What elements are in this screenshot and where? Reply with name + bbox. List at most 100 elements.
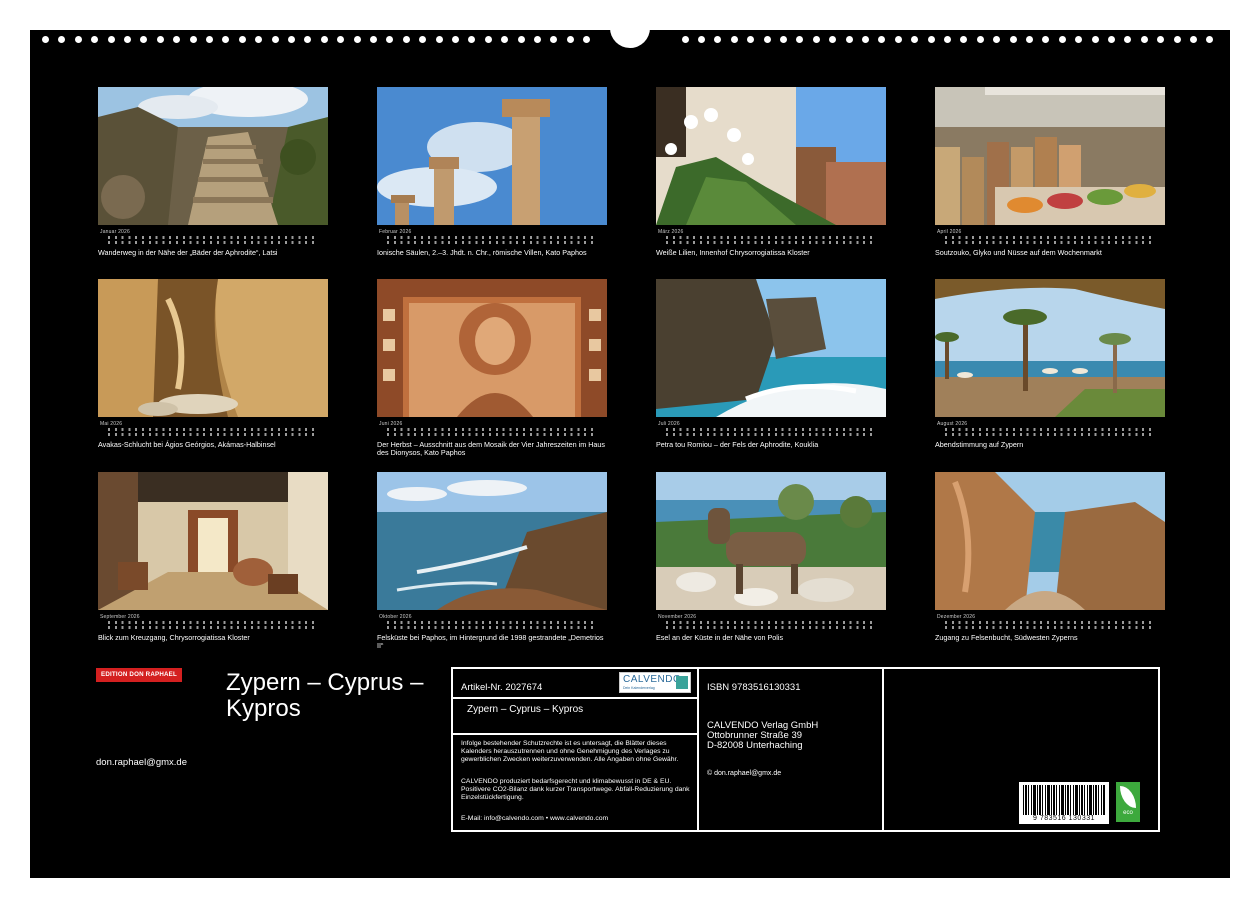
binding-hole (714, 36, 722, 43)
photo-caption: Blick zum Kreuzgang, Chrysorrogiatissa K… (98, 633, 250, 642)
photo-caption: Ionische Säulen, 2.–3. Jhdt. n. Chr., rö… (377, 248, 587, 257)
binding-hole (681, 36, 689, 43)
month-label: Oktober 2026 (379, 614, 412, 620)
binding-hole (1091, 36, 1099, 43)
author-email[interactable]: don.raphael@gmx.de (96, 757, 187, 768)
photo-caption: Wanderweg in der Nähe der „Bäder der Aph… (98, 248, 278, 257)
photo-mosaic-autumn (377, 279, 607, 417)
binding-hole (1157, 36, 1165, 43)
article-number: Artikel-Nr. 2027674 (461, 682, 543, 693)
binding-hole (140, 36, 148, 43)
binding-hole (1009, 36, 1017, 43)
binding-hole (780, 36, 787, 43)
calvendo-mark-icon (676, 676, 688, 689)
copyright: © don.raphael@gmx.de (707, 770, 782, 777)
hanger-cutout (610, 8, 650, 48)
edition-logo: EDITION DON RAPHAEL (96, 668, 182, 682)
binding-hole (222, 36, 230, 43)
month-label: Februar 2026 (379, 229, 412, 235)
photo-cloister (98, 472, 328, 610)
photo-caption: Soutzouko, Glyko und Nüsse auf dem Woche… (935, 248, 1102, 257)
divider (697, 669, 699, 830)
divider (882, 669, 884, 830)
isbn-barcode: 9 783516 130331 (1019, 782, 1109, 824)
day-grid (666, 621, 876, 629)
binding-hole (862, 36, 869, 43)
binding-hole (386, 36, 394, 43)
binding-hole (763, 36, 771, 43)
day-grid (945, 236, 1155, 244)
day-grid (108, 428, 318, 436)
binding-hole (534, 36, 541, 43)
binding-hole (255, 36, 263, 43)
photo-donkey (656, 472, 886, 610)
binding-hole (271, 36, 279, 43)
binding-hole (238, 36, 246, 43)
day-grid (387, 236, 597, 244)
month-label: Juni 2026 (379, 421, 403, 427)
binding-hole (894, 36, 902, 43)
day-grid (666, 236, 876, 244)
photo-rocky-coast (377, 472, 607, 610)
binding-hole (370, 36, 377, 43)
binding-hole (484, 36, 492, 43)
binding-hole (566, 36, 574, 43)
binding-hole (173, 36, 181, 43)
binding-hole (1108, 36, 1115, 43)
photo-caption: Avakas-Schlucht bei Ágios Geórgios, Akám… (98, 440, 276, 449)
binding-hole (1058, 36, 1066, 43)
photo-caption: Zugang zu Felsenbucht, Südwesten Zyperns (935, 633, 1078, 642)
binding-hole (517, 36, 525, 43)
photo-aphrodite-rock (656, 279, 886, 417)
binding-hole (156, 36, 164, 43)
binding-hole (189, 36, 197, 43)
binding-hole (1173, 36, 1181, 43)
binding-hole (829, 36, 837, 43)
binding-hole (845, 36, 853, 43)
binding-hole (452, 36, 459, 43)
day-grid (945, 428, 1155, 436)
binding-hole (976, 36, 984, 43)
photo-caption: Esel an der Küste in der Nähe von Polis (656, 633, 784, 642)
contact-line: E-Mail: info@calvendo.com • www.calvendo… (461, 815, 609, 822)
binding-hole (304, 36, 312, 43)
binding-hole (74, 36, 82, 43)
binding-hole (288, 36, 295, 43)
binding-hole (911, 36, 919, 43)
day-grid (387, 428, 597, 436)
binding-hole (1124, 36, 1132, 43)
divider (453, 697, 697, 699)
binding-hole (402, 36, 410, 43)
calvendo-logo-name: CALVENDO (623, 674, 682, 685)
binding-hole (468, 36, 476, 43)
binding-hole (747, 36, 755, 43)
binding-hole (698, 36, 705, 43)
day-grid (666, 428, 876, 436)
day-grid (945, 621, 1155, 629)
photo-market-stall (935, 87, 1165, 225)
binding-hole (1042, 36, 1050, 43)
imprint-box: Artikel-Nr. 2027674 CALVENDO Dein Kalend… (451, 667, 1160, 832)
binding-hole (1026, 36, 1033, 43)
leaf-icon (1120, 786, 1136, 808)
photo-white-lilies (656, 87, 886, 225)
binding-hole (42, 36, 49, 43)
barcode-bars (1023, 785, 1105, 815)
month-label: November 2026 (658, 614, 697, 620)
binding-hole (1140, 36, 1148, 43)
binding-hole (58, 36, 66, 43)
month-label: Juli 2026 (658, 421, 680, 427)
calendar-back-page: Januar 2026 Wanderweg in der Nähe der „B… (30, 8, 1230, 878)
photo-caption: Petra tou Romiou – der Fels der Aphrodit… (656, 440, 819, 449)
calvendo-logo-tagline: Dein Kalenderverlag (623, 686, 655, 690)
binding-hole (435, 36, 443, 43)
photo-avakas-gorge (98, 279, 328, 417)
photo-caption: Felsküste bei Paphos, im Hintergrund die… (377, 633, 604, 651)
binding-hole (91, 36, 99, 43)
binding-hole (944, 36, 951, 43)
barcode-digits: 9 783516 130331 (1033, 815, 1095, 822)
binding-hole (730, 36, 738, 43)
binding-hole (927, 36, 935, 43)
binding-hole (419, 36, 427, 43)
binding-hole (320, 36, 328, 43)
